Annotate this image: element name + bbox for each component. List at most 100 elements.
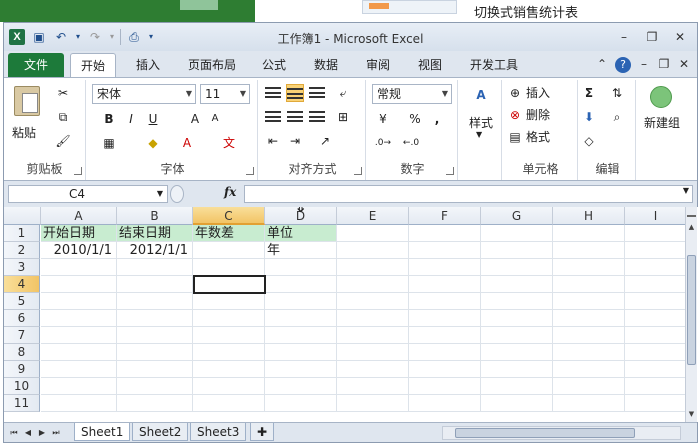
- decrease-decimal-icon[interactable]: ←.0: [402, 134, 420, 152]
- grid-cell[interactable]: [265, 378, 337, 395]
- grid-cell[interactable]: [409, 378, 481, 395]
- grid-cell[interactable]: [193, 327, 265, 344]
- restore-icon[interactable]: ❐: [639, 28, 665, 46]
- formula-toggle-icon[interactable]: [170, 185, 184, 203]
- grid-cell[interactable]: [193, 293, 265, 310]
- sort-filter-icon[interactable]: ⇅: [608, 84, 626, 102]
- column-header-i[interactable]: I: [625, 207, 687, 225]
- grid-cell[interactable]: [553, 293, 625, 310]
- grid-cell[interactable]: [41, 327, 117, 344]
- grid-cell[interactable]: [625, 242, 687, 259]
- grid-cell[interactable]: [409, 242, 481, 259]
- hscroll-thumb[interactable]: [455, 428, 635, 438]
- grid-cell[interactable]: [409, 395, 481, 412]
- formula-input[interactable]: ▼: [244, 185, 693, 203]
- row-header-6[interactable]: 6: [4, 310, 40, 327]
- grid-cell[interactable]: [409, 259, 481, 276]
- grid-cell[interactable]: [337, 276, 409, 293]
- delete-cells-icon[interactable]: ⊗: [506, 106, 524, 124]
- row-header-11[interactable]: 11: [4, 395, 40, 412]
- column-header-a[interactable]: A: [41, 207, 117, 225]
- grid-cell[interactable]: [41, 293, 117, 310]
- horizontal-scrollbar[interactable]: [442, 426, 681, 440]
- grid-cell[interactable]: [481, 293, 553, 310]
- grid-cell[interactable]: [41, 276, 117, 293]
- grid-cell[interactable]: [625, 276, 687, 293]
- select-all-corner[interactable]: [4, 207, 41, 225]
- grid-cell[interactable]: [193, 344, 265, 361]
- align-right-icon[interactable]: [308, 108, 326, 126]
- grid-cell[interactable]: [409, 344, 481, 361]
- grid-cell[interactable]: [41, 310, 117, 327]
- grid-cell[interactable]: [553, 378, 625, 395]
- grid-cell[interactable]: [117, 293, 193, 310]
- grid-cell[interactable]: [41, 344, 117, 361]
- dialog-launcher-icon[interactable]: [354, 167, 362, 175]
- column-header-f[interactable]: F: [409, 207, 481, 225]
- new-group-icon[interactable]: [650, 86, 672, 108]
- dialog-launcher-icon[interactable]: [246, 167, 254, 175]
- grid-cell[interactable]: [409, 361, 481, 378]
- chevron-down-icon[interactable]: ▼: [476, 130, 482, 139]
- grid-cell[interactable]: [481, 344, 553, 361]
- grid-cell[interactable]: [481, 378, 553, 395]
- tab-data[interactable]: 数据: [310, 53, 342, 77]
- cell-b2[interactable]: 2012/1/1: [117, 242, 193, 259]
- column-header-h[interactable]: H: [553, 207, 625, 225]
- worksheet-grid[interactable]: A B C D E F G H I ⇕ 1 2 3 4 5 6 7 8 9 10…: [4, 207, 698, 422]
- cut-icon[interactable]: ✂: [54, 84, 72, 102]
- grid-cell[interactable]: [553, 225, 625, 242]
- align-left-icon[interactable]: [264, 108, 282, 126]
- insert-button[interactable]: 插入: [526, 84, 550, 102]
- grid-cell[interactable]: [265, 395, 337, 412]
- grid-cell[interactable]: [337, 293, 409, 310]
- grid-cell[interactable]: [117, 327, 193, 344]
- format-button[interactable]: 格式: [526, 128, 550, 146]
- comma-button[interactable]: ,: [428, 110, 446, 128]
- dialog-launcher-icon[interactable]: [446, 167, 454, 175]
- grid-cell[interactable]: [265, 310, 337, 327]
- grid-cell[interactable]: [265, 276, 337, 293]
- grid-cell[interactable]: [337, 242, 409, 259]
- grid-cell[interactable]: [265, 327, 337, 344]
- grid-cell[interactable]: [265, 344, 337, 361]
- align-bottom-icon[interactable]: [308, 84, 326, 102]
- cell-c1[interactable]: 年数差: [193, 225, 265, 242]
- dialog-launcher-icon[interactable]: [74, 167, 82, 175]
- grid-cell[interactable]: [117, 395, 193, 412]
- grid-cell[interactable]: [41, 378, 117, 395]
- grid-cell[interactable]: [625, 344, 687, 361]
- grid-cell[interactable]: [553, 395, 625, 412]
- insert-function-button[interactable]: fx: [224, 185, 236, 199]
- grid-cell[interactable]: [337, 259, 409, 276]
- grid-cell[interactable]: [193, 395, 265, 412]
- tab-formulas[interactable]: 公式: [258, 53, 290, 77]
- cell-a2[interactable]: 2010/1/1: [41, 242, 117, 259]
- cell-d2[interactable]: 年: [265, 242, 337, 259]
- grid-cell[interactable]: [481, 361, 553, 378]
- merge-center-icon[interactable]: ⊞: [334, 108, 352, 126]
- first-sheet-icon[interactable]: ⏮: [8, 426, 20, 440]
- sheet-tab-1[interactable]: Sheet1: [74, 423, 131, 441]
- sheet-tab-2[interactable]: Sheet2: [132, 423, 189, 441]
- collapse-ribbon-icon[interactable]: ⌃: [595, 57, 609, 73]
- grid-cell[interactable]: [117, 344, 193, 361]
- grid-cell[interactable]: [337, 327, 409, 344]
- column-header-g[interactable]: G: [481, 207, 553, 225]
- last-sheet-icon[interactable]: ⏭: [50, 426, 62, 440]
- underline-button[interactable]: U: [144, 110, 162, 128]
- tab-page-layout[interactable]: 页面布局: [182, 53, 242, 77]
- percent-button[interactable]: %: [406, 110, 424, 128]
- restore-icon[interactable]: ❐: [657, 57, 671, 73]
- row-header-9[interactable]: 9: [4, 361, 40, 378]
- grid-cell[interactable]: [265, 293, 337, 310]
- row-header-5[interactable]: 5: [4, 293, 40, 310]
- active-cell-c4[interactable]: [193, 275, 266, 294]
- grid-cell[interactable]: [625, 225, 687, 242]
- font-size-select[interactable]: 11 ▼: [200, 84, 250, 104]
- column-header-b[interactable]: B: [117, 207, 193, 225]
- grid-cell[interactable]: [481, 225, 553, 242]
- align-top-icon[interactable]: [264, 84, 282, 102]
- minimize-icon[interactable]: –: [637, 57, 651, 73]
- grid-cell[interactable]: [553, 259, 625, 276]
